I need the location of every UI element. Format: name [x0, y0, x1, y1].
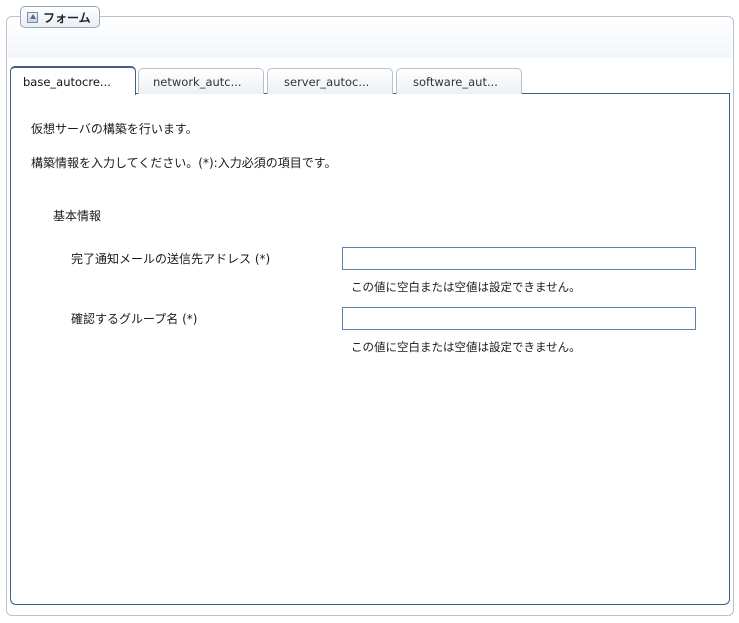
- tab-panel: 仮想サーバの構築を行います。 構築情報を入力してください。(*):入力必須の項目…: [10, 94, 730, 605]
- notification-email-input[interactable]: [342, 247, 696, 270]
- group-name-label: 確認するグループ名 (*): [71, 312, 198, 326]
- group-name-input[interactable]: [342, 307, 696, 330]
- form-instruction: 構築情報を入力してください。(*):入力必須の項目です。: [31, 156, 337, 170]
- tab-label: network_autc...: [153, 75, 242, 89]
- notification-email-error: この値に空白または空値は設定できません。: [351, 280, 581, 294]
- form-description: 仮想サーバの構築を行います。: [31, 122, 198, 136]
- tab-base-autocreate[interactable]: base_autocre...: [10, 66, 136, 95]
- tab-bar: base_autocre... network_autc... server_a…: [10, 66, 730, 95]
- tab-label: base_autocre...: [23, 74, 111, 89]
- form-legend-title: フォーム: [43, 10, 91, 25]
- group-name-error: この値に空白または空値は設定できません。: [351, 340, 581, 354]
- tab-label: server_autoc...: [284, 75, 370, 89]
- notification-email-label: 完了通知メールの送信先アドレス (*): [71, 252, 271, 266]
- tab-software-autocreate[interactable]: software_aut...: [396, 68, 522, 95]
- tab-label: software_aut...: [413, 75, 498, 89]
- form-header: [8, 18, 732, 58]
- section-title: 基本情報: [53, 209, 102, 223]
- collapse-icon[interactable]: [27, 11, 38, 23]
- form-legend[interactable]: フォーム: [20, 6, 100, 28]
- tab-server-autocreate[interactable]: server_autoc...: [267, 68, 393, 95]
- tab-network-autocreate[interactable]: network_autc...: [138, 68, 264, 95]
